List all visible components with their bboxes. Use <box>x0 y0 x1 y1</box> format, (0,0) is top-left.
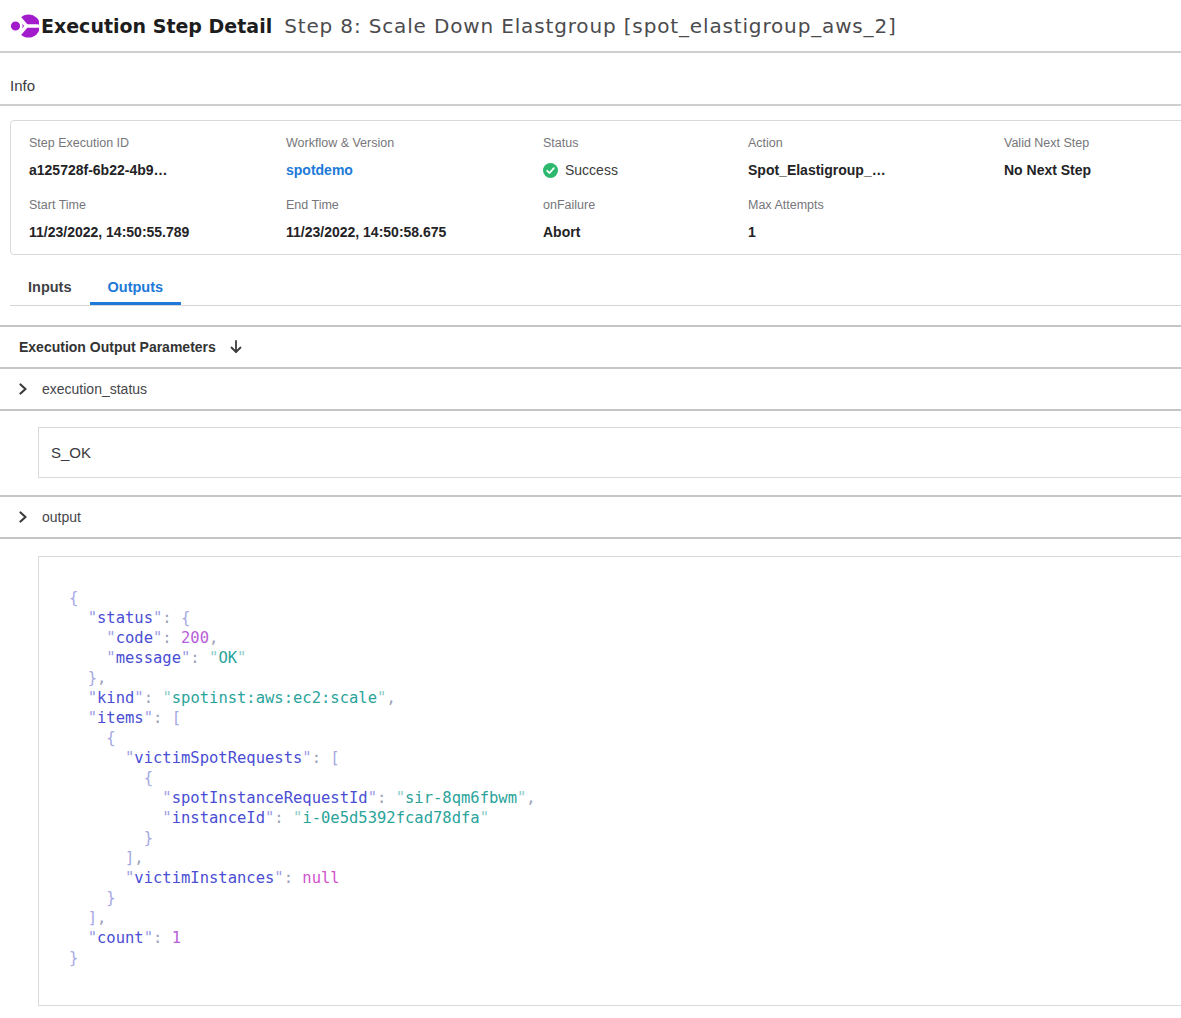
execution-output-parameters-header: Execution Output Parameters <box>0 327 1181 367</box>
output-json-box: { "status": { "code": 200, "message": "O… <box>38 556 1181 1006</box>
status-text: Success <box>565 161 618 179</box>
field-workflow-version: Workflow & Version spotdemo <box>286 135 543 179</box>
info-section-heading: Info <box>0 53 1181 106</box>
field-label: Step Execution ID <box>29 135 286 151</box>
field-action: Action Spot_Elastigroup_… <box>748 135 1004 179</box>
execution-status-value-box: S_OK <box>38 427 1181 478</box>
execution-output-parameters-label: Execution Output Parameters <box>19 339 216 355</box>
field-valid-next-step: Valid Next Step No Next Step <box>1004 135 1181 179</box>
param-row-execution-status[interactable]: execution_status <box>0 369 1181 409</box>
field-label: Status <box>543 135 748 151</box>
field-value: Spot_Elastigroup_… <box>748 161 1004 179</box>
download-arrow-icon[interactable] <box>228 339 244 355</box>
page-title: Execution Step Detail <box>41 15 272 37</box>
page-subtitle: Step 8: Scale Down Elastgroup [spot_elas… <box>284 14 897 38</box>
field-onfailure: onFailure Abort <box>543 197 748 241</box>
field-label: Action <box>748 135 1004 151</box>
workflow-link[interactable]: spotdemo <box>286 161 543 179</box>
tab-inputs[interactable]: Inputs <box>10 268 90 305</box>
page-header: Execution Step Detail Step 8: Scale Down… <box>0 0 1181 53</box>
field-value: 1 <box>748 223 1004 241</box>
step-info-card: Step Execution ID a125728f-6b22-4b9… Wor… <box>10 120 1181 255</box>
field-end-time: End Time 11/23/2022, 14:50:58.675 <box>286 197 543 241</box>
field-label: Max Attempts <box>748 197 1004 213</box>
chevron-right-icon <box>17 383 29 395</box>
field-value: a125728f-6b22-4b9… <box>29 161 286 179</box>
divider <box>0 409 1181 411</box>
field-label: Workflow & Version <box>286 135 543 151</box>
field-value: Abort <box>543 223 748 241</box>
param-name: output <box>42 509 81 525</box>
field-value: Success <box>543 161 748 179</box>
tab-outputs[interactable]: Outputs <box>90 268 182 305</box>
chevron-right-icon <box>17 511 29 523</box>
inputs-outputs-tabs: Inputs Outputs <box>10 268 1181 306</box>
field-label: onFailure <box>543 197 748 213</box>
field-step-execution-id: Step Execution ID a125728f-6b22-4b9… <box>29 135 286 179</box>
field-status: Status Success <box>543 135 748 179</box>
success-check-icon <box>543 163 558 178</box>
field-max-attempts: Max Attempts 1 <box>748 197 1004 241</box>
execution-status-value: S_OK <box>51 444 91 461</box>
spot-logo-icon <box>9 11 39 41</box>
param-row-output[interactable]: output <box>0 497 1181 537</box>
field-label: Valid Next Step <box>1004 135 1181 151</box>
field-start-time: Start Time 11/23/2022, 14:50:55.789 <box>29 197 286 241</box>
field-value: No Next Step <box>1004 161 1181 179</box>
field-value: 11/23/2022, 14:50:55.789 <box>29 223 286 241</box>
param-name: execution_status <box>42 381 147 397</box>
output-json-viewer: { "status": { "code": 200, "message": "O… <box>69 588 1181 968</box>
divider <box>0 537 1181 539</box>
field-value: 11/23/2022, 14:50:58.675 <box>286 223 543 241</box>
execution-step-detail-page: Execution Step Detail Step 8: Scale Down… <box>0 0 1181 1006</box>
field-label: End Time <box>286 197 543 213</box>
field-label: Start Time <box>29 197 286 213</box>
